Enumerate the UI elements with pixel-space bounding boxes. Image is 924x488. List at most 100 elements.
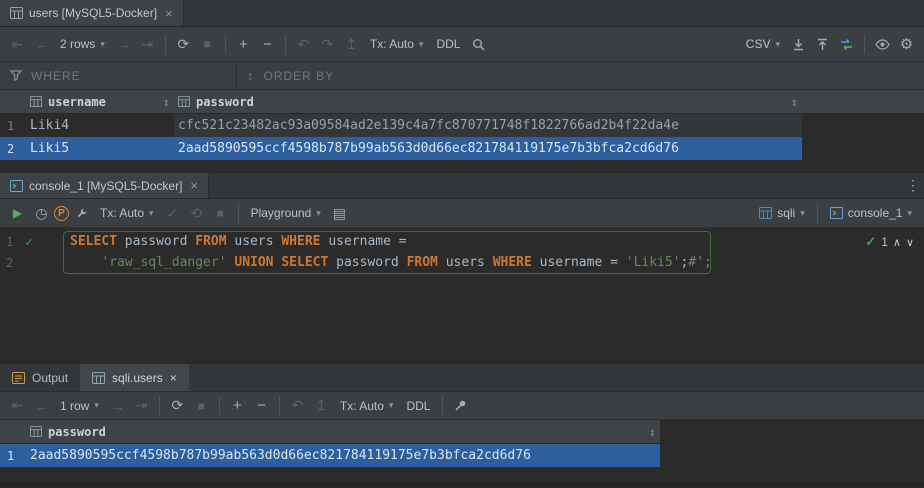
column-header-password[interactable]: password ↕ [26, 420, 660, 443]
output-icon [12, 372, 25, 384]
delete-row-icon[interactable]: − [256, 33, 279, 55]
first-page-icon[interactable]: ⇤ [6, 395, 29, 417]
more-options-kebab-icon[interactable]: ⋮ [902, 173, 924, 198]
execution-history-clock-icon[interactable]: ◷ [30, 202, 53, 224]
code-line[interactable]: 'raw_sql_danger' UNION SELECT password F… [70, 252, 712, 273]
csv-format-dropdown[interactable]: CSV ▾ [740, 33, 786, 55]
refresh-icon[interactable]: ⟳ [166, 395, 189, 417]
previous-page-icon[interactable]: ← [30, 395, 53, 417]
next-page-icon[interactable]: → [106, 395, 129, 417]
table-row[interactable]: 1 2aad5890595ccf4598b787b99ab563d0d66ec8… [0, 444, 924, 467]
stop-icon[interactable]: ■ [209, 202, 232, 224]
order-by-input[interactable]: ↕ ORDER BY [237, 62, 924, 89]
row-filler [660, 444, 924, 467]
gutter-line[interactable]: 2 [0, 252, 62, 273]
stop-icon[interactable]: ■ [190, 395, 213, 417]
output-layout-icon[interactable]: ▤ [328, 202, 351, 224]
tx-mode-dropdown[interactable]: Tx: Auto ▾ [364, 33, 430, 55]
gutter-line[interactable]: 1 ✓ [0, 231, 62, 252]
page-size-label: 2 rows [60, 37, 95, 51]
gutter-line-number: 1 [6, 235, 13, 249]
page-size-dropdown[interactable]: 1 row ▾ [54, 395, 105, 417]
cell-username[interactable]: Liki5 [26, 137, 174, 160]
rollback-icon[interactable]: ⟲ [185, 202, 208, 224]
playground-mode-dropdown[interactable]: Playground ▾ [245, 202, 327, 224]
revert-icon[interactable]: ↶ [286, 395, 309, 417]
submit-icon[interactable]: ↥ [340, 33, 363, 55]
close-icon[interactable]: × [165, 6, 173, 21]
tab-console-1[interactable]: console_1 [MySQL5-Docker] × [0, 173, 209, 198]
toolbar-separator [285, 35, 286, 54]
column-header-password[interactable]: password ↕ [174, 90, 802, 113]
previous-page-icon[interactable]: ← [30, 33, 53, 55]
wrench-settings-icon[interactable] [70, 202, 93, 224]
tab-output[interactable]: Output [0, 364, 80, 391]
console-tabbar: console_1 [MySQL5-Docker] × ⋮ [0, 173, 924, 199]
tab-sqli-users[interactable]: sqli.users × [80, 364, 189, 391]
data-editor-toolbar: ⇤ ← 2 rows ▾ → ⇥ ⟳ ■ + − ↶ ↷ ↥ Tx: Auto … [0, 27, 924, 62]
last-page-icon[interactable]: ⇥ [130, 395, 153, 417]
pin-tab-icon[interactable] [449, 395, 472, 417]
sql-editor[interactable]: 1 ✓ 2 SELECT password FROM users WHERE u… [0, 228, 924, 364]
sort-toggle-icon[interactable]: ↕ [791, 95, 798, 109]
add-row-icon[interactable]: + [226, 395, 249, 417]
code-line[interactable]: SELECT password FROM users WHERE usernam… [70, 231, 407, 252]
sort-toggle-icon[interactable]: ↕ [649, 425, 656, 439]
settings-gear-icon[interactable]: ⚙ [895, 33, 918, 55]
ddl-button[interactable]: DDL [430, 33, 466, 55]
result-grid: 1 2aad5890595ccf4598b787b99ab563d0d66ec8… [0, 444, 924, 467]
ddl-button[interactable]: DDL [400, 395, 436, 417]
table-row[interactable]: 2 Liki5 2aad5890595ccf4598b787b99ab563d0… [0, 137, 924, 160]
schema-switcher-dropdown[interactable]: sqli ▾ [753, 202, 811, 224]
refresh-icon[interactable]: ⟳ [172, 33, 195, 55]
table-row[interactable]: 1 Liki4 cfc521c23482ac93a09584ad2e139c4a… [0, 114, 924, 137]
revert-icon[interactable]: ↶ [292, 33, 315, 55]
column-icon [30, 96, 42, 107]
next-page-icon[interactable]: → [112, 33, 135, 55]
close-icon[interactable]: × [170, 371, 177, 385]
import-data-icon[interactable] [811, 33, 834, 55]
profiler-icon[interactable]: P [54, 206, 69, 221]
cell-password[interactable]: cfc521c23482ac93a09584ad2e139c4a7fc87077… [174, 114, 802, 137]
page-size-dropdown[interactable]: 2 rows ▾ [54, 33, 111, 55]
stop-icon[interactable]: ■ [196, 33, 219, 55]
sort-toggle-icon[interactable]: ↕ [163, 95, 170, 109]
export-data-icon[interactable] [787, 33, 810, 55]
where-filter-input[interactable]: WHERE [0, 62, 237, 89]
redo-icon[interactable]: ↷ [316, 33, 339, 55]
search-icon[interactable] [467, 33, 490, 55]
chevron-down-icon: ▾ [775, 39, 780, 50]
toolbar-separator [159, 396, 160, 415]
tabbar-spacer [184, 0, 924, 26]
close-icon[interactable]: × [190, 178, 198, 193]
previous-statement-icon[interactable]: ∧ [893, 236, 901, 249]
column-header-username[interactable]: username ↕ [26, 90, 174, 113]
first-page-icon[interactable]: ⇤ [6, 33, 29, 55]
cell-username[interactable]: Liki4 [26, 114, 174, 137]
cell-password[interactable]: 2aad5890595ccf4598b787b99ab563d0d66ec821… [174, 137, 802, 160]
view-options-eye-icon[interactable] [871, 33, 894, 55]
column-icon [178, 96, 190, 107]
next-statement-icon[interactable]: ∨ [906, 236, 914, 249]
filter-funnel-icon [10, 70, 22, 81]
execute-play-icon[interactable]: ▶ [6, 202, 29, 224]
toolbar-separator [165, 35, 166, 54]
commit-check-icon[interactable]: ✓ [161, 202, 184, 224]
order-by-placeholder: ORDER BY [264, 69, 335, 83]
tx-mode-dropdown[interactable]: Tx: Auto ▾ [94, 202, 160, 224]
submit-icon[interactable]: ↥ [310, 395, 333, 417]
compare-data-icon[interactable] [835, 33, 858, 55]
column-icon [30, 426, 42, 437]
add-row-icon[interactable]: + [232, 33, 255, 55]
delete-row-icon[interactable]: − [250, 395, 273, 417]
last-page-icon[interactable]: ⇥ [136, 33, 159, 55]
row-number: 1 [0, 114, 26, 137]
tab-users-grid[interactable]: users [MySQL5-Docker] × [0, 0, 184, 26]
tx-mode-dropdown[interactable]: Tx: Auto ▾ [334, 395, 400, 417]
toolbar-separator [817, 204, 818, 223]
cell-password[interactable]: 2aad5890595ccf4598b787b99ab563d0d66ec821… [26, 444, 660, 467]
window-edge [0, 481, 924, 488]
chevron-down-icon: ▾ [389, 400, 394, 411]
session-switcher-dropdown[interactable]: console_1 ▾ [824, 202, 918, 224]
chevron-down-icon: ▾ [907, 208, 912, 219]
